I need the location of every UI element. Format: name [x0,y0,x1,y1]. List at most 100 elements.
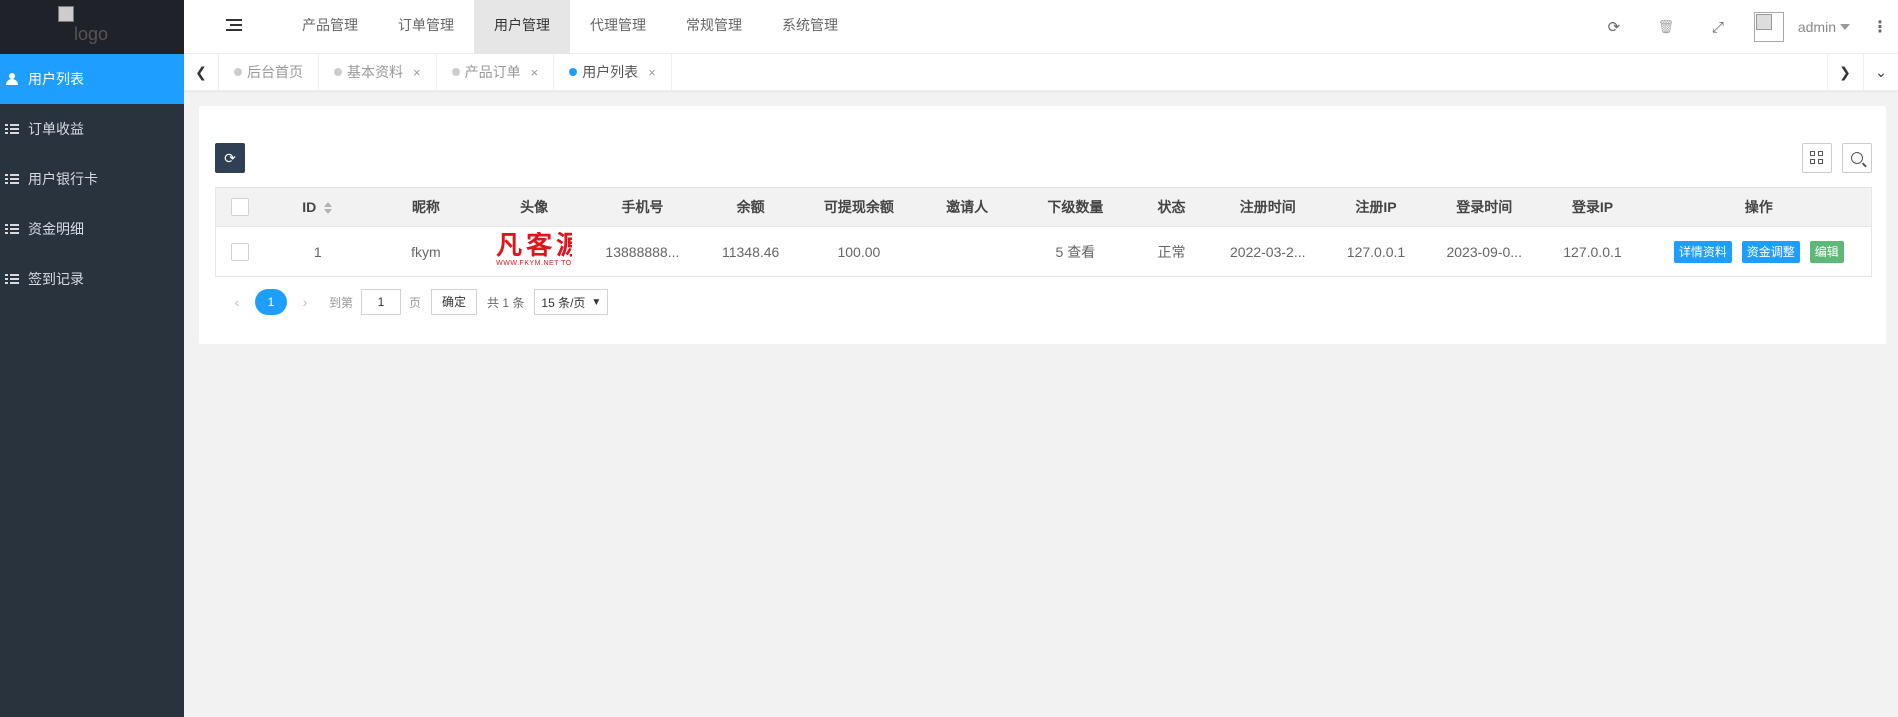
column-header-actions: 操作 [1646,187,1872,227]
tab-bar: ❮ 后台首页 基本资料 × 产品订单 × 用户列表 × ❯ ⌄ [184,54,1898,91]
sidebar-item-label: 签到记录 [28,271,84,287]
sidebar-item-order-income[interactable]: 订单收益 [0,104,184,154]
column-header-reg-time: 注册时间 [1213,187,1322,227]
refresh-icon[interactable]: ⟳ [1588,0,1640,54]
list-icon [4,172,20,186]
logo[interactable]: logo [58,6,118,46]
sidebar-item-bank-card[interactable]: 用户银行卡 [0,154,184,204]
page-jump-confirm-button[interactable]: 确定 [431,289,478,315]
cell-balance: 11348.46 [696,226,805,277]
page-jump-input[interactable]: 1 [361,289,402,315]
list-icon [4,122,20,136]
nav-system-management[interactable]: 系统管理 [762,0,858,54]
tab-dot [234,68,242,76]
prev-page-icon[interactable]: ‹ [227,294,247,310]
cell-actions: 详情资料 资金调整 编辑 [1646,226,1872,277]
tab-home[interactable]: 后台首页 [219,54,319,90]
checkbox[interactable] [230,242,249,261]
pagination: ‹ 1 › 到第 1 页 确定 共 1 条 15 条/页 ▼ [227,287,609,317]
tab-dot [334,68,342,76]
tab-dot [569,68,578,76]
column-header-login-time: 登录时间 [1430,187,1539,227]
sidebar-item-fund-details[interactable]: 资金明细 [0,204,184,254]
avatar-logo-url: WWW.FKYM.NET TO [496,259,572,267]
cell-nickname: fkym [371,226,481,277]
columns-icon [1810,151,1824,165]
sidebar-item-label: 用户列表 [28,71,84,87]
column-header-phone: 手机号 [588,187,697,227]
page-current[interactable]: 1 [255,289,287,315]
column-header-login-ip: 登录IP [1538,187,1647,227]
chevron-down-icon[interactable]: ⌄ [1863,54,1898,90]
sub-count-value: 5 [1055,243,1064,260]
sidebar-item-user-list[interactable]: 用户列表 [0,54,184,104]
chevron-right-icon[interactable]: ❯ [1827,54,1862,90]
logo-alt-text: logo [74,24,109,44]
fullscreen-icon[interactable]: ⤢ [1692,0,1744,54]
next-page-icon[interactable]: › [295,294,315,310]
column-filter-button[interactable] [1802,143,1832,173]
checkbox[interactable] [230,198,249,217]
nav-order-management[interactable]: 订单管理 [378,0,474,54]
cell-login-ip: 127.0.0.1 [1538,226,1647,277]
avatar-logo-text: 凡客源 [496,231,572,261]
close-icon[interactable]: × [413,65,421,80]
column-header-id[interactable]: ID [263,187,372,227]
table-refresh-button[interactable]: ⟳ [215,143,245,173]
top-header: 产品管理 订单管理 用户管理 代理管理 常规管理 系统管理 ⟳ 🗑 ⤢ admi… [184,0,1898,54]
avatar-image[interactable]: 凡客源 WWW.FKYM.NET TO [496,232,572,272]
users-icon [4,72,20,86]
sidebar-item-checkin-records[interactable]: 签到记录 [0,254,184,304]
refresh-icon: ⟳ [224,149,236,166]
page-size-select[interactable]: 15 条/页 ▼ [534,289,609,315]
tab-user-list[interactable]: 用户列表 × [554,54,672,90]
avatar[interactable] [1753,12,1784,42]
header-toolbar: ⟳ 🗑 ⤢ admin ⋮ [1588,0,1898,54]
search-icon [1851,152,1863,164]
details-button[interactable]: 详情资料 [1673,240,1732,263]
list-icon [4,222,20,236]
page-size-value: 15 条/页 [541,295,586,310]
column-header-balance: 余额 [696,187,805,227]
nav-general-management[interactable]: 常规管理 [666,0,762,54]
page-tabs: 后台首页 基本资料 × 产品订单 × 用户列表 × [219,54,672,90]
nav-user-management[interactable]: 用户管理 [474,0,570,54]
content-card: ⟳ ID 昵称 头像 手机号 余额 可提现余额 邀请人 下级数量 状态 注册时间… [199,106,1886,344]
more-icon[interactable]: ⋮ [1862,0,1898,54]
header-select-all[interactable] [214,187,264,227]
cell-login-time: 2023-09-0... [1430,226,1539,277]
menu-toggle-icon[interactable] [226,19,242,33]
chevron-left-icon[interactable]: ❮ [184,54,219,90]
row-select[interactable] [214,226,264,277]
cell-avatar: 凡客源 WWW.FKYM.NET TO [480,226,589,277]
nav-product-management[interactable]: 产品管理 [282,0,378,54]
tab-label: 用户列表 [582,64,639,80]
close-icon[interactable]: × [531,65,539,80]
cell-sub-count: 5 查看 [1021,226,1130,277]
edit-button[interactable]: 编辑 [1809,240,1844,263]
table-header-row: ID 昵称 头像 手机号 余额 可提现余额 邀请人 下级数量 状态 注册时间 注… [214,187,1872,227]
sidebar: logo 用户列表 订单收益 用户银行卡 资金明细 签到记录 [0,0,184,717]
column-label: ID [302,199,317,215]
column-header-avatar: 头像 [480,187,589,227]
nav-agent-management[interactable]: 代理管理 [570,0,666,54]
tab-basic-info[interactable]: 基本资料 × [319,54,437,90]
page-unit-label: 页 [409,295,422,310]
view-subordinates-link[interactable]: 查看 [1067,244,1095,260]
caret-down-icon[interactable] [1840,24,1850,30]
broken-image-icon [58,6,74,22]
cell-inviter [913,226,1022,277]
user-name[interactable]: admin [1798,19,1836,35]
column-header-sub-count: 下级数量 [1021,187,1130,227]
close-icon[interactable]: × [648,65,656,80]
search-button[interactable] [1842,143,1872,173]
trash-icon[interactable]: 🗑 [1640,0,1692,54]
tab-dot [451,68,460,76]
column-header-inviter: 邀请人 [913,187,1022,227]
sidebar-item-label: 用户银行卡 [28,171,98,187]
fund-adjust-button[interactable]: 资金调整 [1741,240,1800,263]
sort-icon[interactable] [324,202,333,215]
cell-reg-time: 2022-03-2... [1213,226,1322,277]
column-header-status: 状态 [1129,187,1214,227]
tab-product-orders[interactable]: 产品订单 × [437,54,555,90]
